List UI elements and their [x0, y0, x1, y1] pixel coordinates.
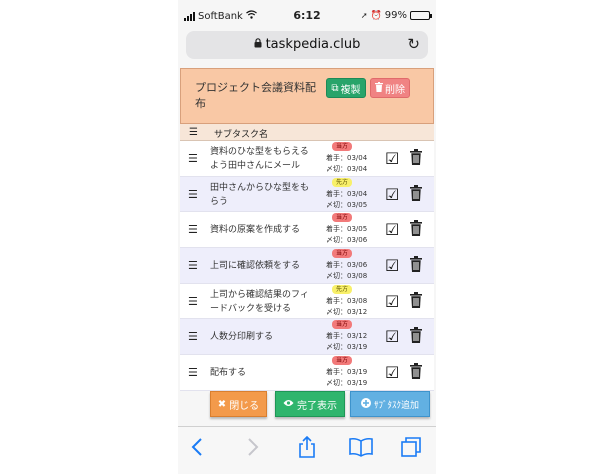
table-row[interactable]: ☰ 上司から確認結果のフィードバックを受ける 先方 着手：03/08 〆切：03…: [180, 283, 434, 320]
start-date: 着手：03/08: [326, 296, 368, 305]
reload-icon[interactable]: ↻: [407, 35, 420, 53]
start-date: 着手：03/19: [326, 368, 368, 377]
share-icon[interactable]: [296, 435, 318, 459]
check-square-icon[interactable]: ☑: [385, 256, 399, 275]
phone-screen: SoftBank 6:12 ➚ ⏰ 99% taskpedia.club ↻ プ…: [178, 0, 436, 474]
owner-badge: 当方: [332, 356, 353, 366]
show-completed-label: 完了表示: [297, 400, 337, 412]
subtask-name: 人数分印刷する: [210, 332, 274, 343]
add-subtask-label: ｻﾌﾞﾀｽｸ追加: [373, 400, 419, 411]
delete-button-label: 削除: [385, 84, 405, 96]
check-square-icon[interactable]: ☑: [385, 149, 399, 168]
bookmarks-icon[interactable]: [348, 435, 374, 459]
start-date: 着手：03/05: [326, 225, 368, 234]
copy-button[interactable]: ⧉ 複製: [326, 78, 366, 98]
subtask-list: ☰ 資料のひな型をもらえるよう田中さんにメール 当方 着手：03/04 〆切：0…: [180, 141, 434, 391]
trash-icon[interactable]: [410, 184, 422, 201]
drag-handle-icon[interactable]: ☰: [188, 330, 198, 343]
x-icon: ✖: [217, 398, 227, 410]
subtask-name: 資料のひな型をもらえるよう田中さんにメール: [210, 147, 309, 171]
trash-icon: [375, 81, 383, 95]
owner-badge: 当方: [332, 249, 353, 259]
copy-button-label: 複製: [340, 84, 361, 96]
alarm-icon: ⏰: [370, 10, 382, 21]
delete-button[interactable]: 削除: [370, 78, 410, 98]
close-button[interactable]: ✖ 閉じる: [210, 391, 267, 417]
check-square-icon[interactable]: ☑: [385, 327, 399, 346]
check-square-icon[interactable]: ☑: [385, 363, 399, 382]
table-row[interactable]: ☰ 人数分印刷する 当方 着手：03/12 〆切：03/19 ☑: [180, 319, 434, 356]
trash-icon[interactable]: [410, 256, 422, 273]
table-row[interactable]: ☰ 資料の原案を作成する 当方 着手：03/05 〆切：03/06 ☑: [180, 212, 434, 249]
due-date: 〆切：03/06: [326, 236, 368, 245]
drag-handle-icon[interactable]: ☰: [188, 188, 198, 201]
owner-badge: 当方: [332, 320, 353, 330]
browser-toolbar: [178, 426, 436, 474]
start-date: 着手：03/04: [326, 189, 368, 198]
table-row[interactable]: ☰ 資料のひな型をもらえるよう田中さんにメール 当方 着手：03/04 〆切：0…: [180, 141, 434, 177]
footer-actions: ✖ 閉じる 完了表示 ｻﾌﾞﾀｽｸ追加: [178, 390, 436, 424]
address-bar[interactable]: taskpedia.club ↻: [186, 31, 428, 59]
owner-badge: 先方: [332, 284, 353, 294]
back-icon[interactable]: [186, 435, 208, 459]
status-bar: SoftBank 6:12 ➚ ⏰ 99%: [178, 8, 436, 24]
column-label-subtask-name: サブタスク名: [214, 130, 269, 140]
start-date: 着手：03/06: [326, 261, 368, 270]
trash-icon[interactable]: [410, 291, 422, 308]
plus-circle-icon: [360, 397, 371, 411]
check-square-icon[interactable]: ☑: [385, 185, 399, 204]
check-square-icon[interactable]: ☑: [385, 292, 399, 311]
trash-icon[interactable]: [410, 327, 422, 344]
battery-icon: [410, 11, 432, 20]
drag-handle-icon[interactable]: ☰: [188, 223, 198, 236]
due-date: 〆切：03/04: [326, 165, 368, 173]
start-date: 着手：03/12: [326, 332, 368, 341]
location-arrow-icon: ➚: [360, 11, 368, 20]
add-subtask-button[interactable]: ｻﾌﾞﾀｽｸ追加: [350, 391, 430, 417]
due-date: 〆切：03/19: [326, 343, 368, 352]
battery-percent: 99%: [384, 10, 407, 21]
eye-icon: [283, 399, 294, 410]
url-text: taskpedia.club: [265, 37, 361, 52]
drag-handle-icon[interactable]: ☰: [188, 152, 198, 165]
tabs-icon[interactable]: [400, 435, 422, 459]
owner-badge: 先方: [332, 177, 353, 187]
due-date: 〆切：03/08: [326, 272, 368, 281]
subtask-name: 上司から確認結果のフィードバックを受ける: [210, 289, 309, 314]
owner-badge: 当方: [332, 213, 353, 223]
subtask-name: 配布する: [210, 368, 247, 379]
lock-icon: [254, 38, 262, 51]
trash-icon[interactable]: [410, 220, 422, 237]
subtask-name: 資料の原案を作成する: [210, 225, 301, 236]
table-row[interactable]: ☰ 配布する 当方 着手：03/19 〆切：03/19 ☑: [180, 355, 434, 391]
drag-handle-icon[interactable]: ☰: [188, 259, 198, 272]
trash-icon[interactable]: [410, 363, 422, 380]
table-row[interactable]: ☰ 上司に確認依頼をする 当方 着手：03/06 〆切：03/08 ☑: [180, 248, 434, 284]
drag-handle-icon[interactable]: ☰: [188, 366, 198, 379]
copy-icon: ⧉: [331, 82, 339, 94]
forward-icon[interactable]: [242, 435, 264, 459]
hamburger-icon: ☰: [189, 127, 198, 138]
subtask-name: 田中さんからひな型をもらう: [210, 182, 310, 207]
drag-handle-icon[interactable]: ☰: [188, 295, 198, 308]
due-date: 〆切：03/05: [326, 200, 368, 209]
due-date: 〆切：03/12: [326, 307, 368, 316]
task-header: プロジェクト会議資料配布 ⧉ 複製 削除: [180, 68, 434, 124]
task-title: プロジェクト会議資料配布: [195, 81, 316, 110]
table-row[interactable]: ☰ 田中さんからひな型をもらう 先方 着手：03/04 〆切：03/05 ☑: [180, 176, 434, 213]
close-button-label: 閉じる: [229, 400, 260, 412]
show-completed-button[interactable]: 完了表示: [275, 391, 345, 417]
due-date: 〆切：03/19: [326, 379, 368, 388]
check-square-icon[interactable]: ☑: [385, 220, 399, 239]
owner-badge: 当方: [332, 142, 353, 151]
trash-icon[interactable]: [410, 149, 422, 165]
subtask-name: 上司に確認依頼をする: [210, 261, 301, 272]
start-date: 着手：03/04: [326, 154, 368, 162]
subtask-column-header: ☰ サブタスク名: [180, 124, 434, 141]
